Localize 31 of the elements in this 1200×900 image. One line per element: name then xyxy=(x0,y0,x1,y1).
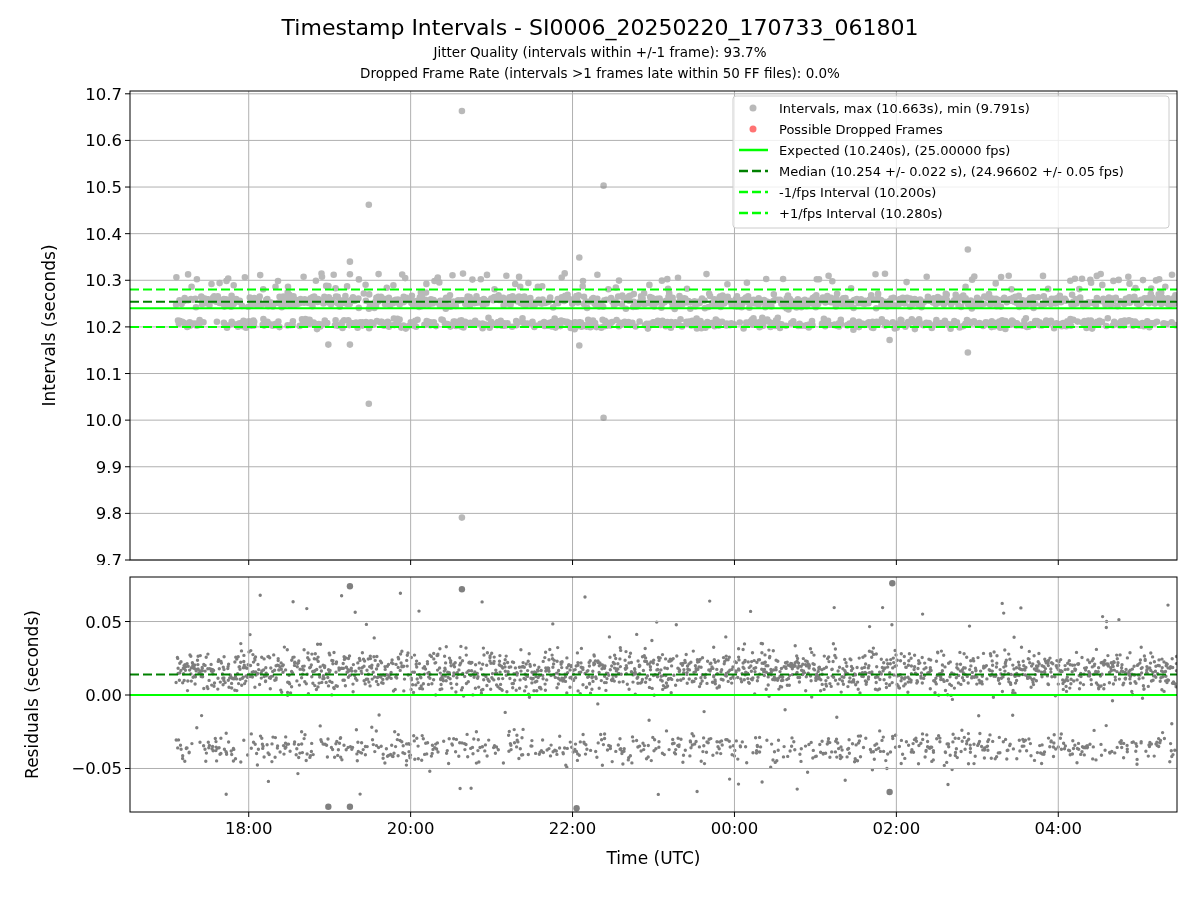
y-tick-label: 10.3 xyxy=(85,271,122,291)
x-tick-label: 00:00 xyxy=(710,819,759,838)
legend-label: +1/fps Interval (10.280s) xyxy=(779,205,943,221)
legend-label: Intervals, max (10.663s), min (9.791s) xyxy=(779,100,1030,116)
x-tick-label: 22:00 xyxy=(548,819,597,838)
x-tick-label: 20:00 xyxy=(386,819,435,838)
chart-subtitle: Jitter Quality (intervals within +/-1 frame): 93.7% xyxy=(433,43,767,62)
y-tick-label: 0.00 xyxy=(85,686,122,705)
chart-subtitle: Dropped Frame Rate (intervals >1 frames late within 50 FF files): 0.0% xyxy=(360,64,840,83)
chart-title: Timestamp Intervals - SI0006_20250220_170733_061801 xyxy=(281,14,919,42)
y-tick-label: 10.6 xyxy=(85,131,122,151)
y-axis-label: Intervals (seconds) xyxy=(39,244,59,407)
legend-label: Expected (10.240s), (25.00000 fps) xyxy=(779,142,1011,158)
y-tick-label: 10.1 xyxy=(85,364,122,384)
legend-label: Median (10.254 +/- 0.022 s), (24.96602 +/- 0.05 fps) xyxy=(779,163,1124,179)
x-tick-label: 04:00 xyxy=(1034,819,1083,838)
y-tick-label: 10.5 xyxy=(85,178,122,198)
y-tick-label: −0.05 xyxy=(71,759,122,779)
y-axis-label: Residuals (seconds) xyxy=(22,610,42,779)
y-tick-label: 10.7 xyxy=(85,85,122,104)
x-tick-label: 18:00 xyxy=(224,819,273,838)
y-tick-label: 9.8 xyxy=(95,504,122,524)
y-tick-label: 10.0 xyxy=(85,411,122,431)
x-axis-label: Time (UTC) xyxy=(606,848,701,868)
legend-label: -1/fps Interval (10.200s) xyxy=(779,184,937,200)
y-tick-label: 9.9 xyxy=(95,457,122,477)
legend-label: Possible Dropped Frames xyxy=(779,121,943,137)
y-tick-label: 10.2 xyxy=(85,317,122,337)
y-tick-label: 10.4 xyxy=(85,224,122,244)
y-tick-label: 0.05 xyxy=(85,612,122,632)
x-tick-label: 02:00 xyxy=(872,819,921,838)
